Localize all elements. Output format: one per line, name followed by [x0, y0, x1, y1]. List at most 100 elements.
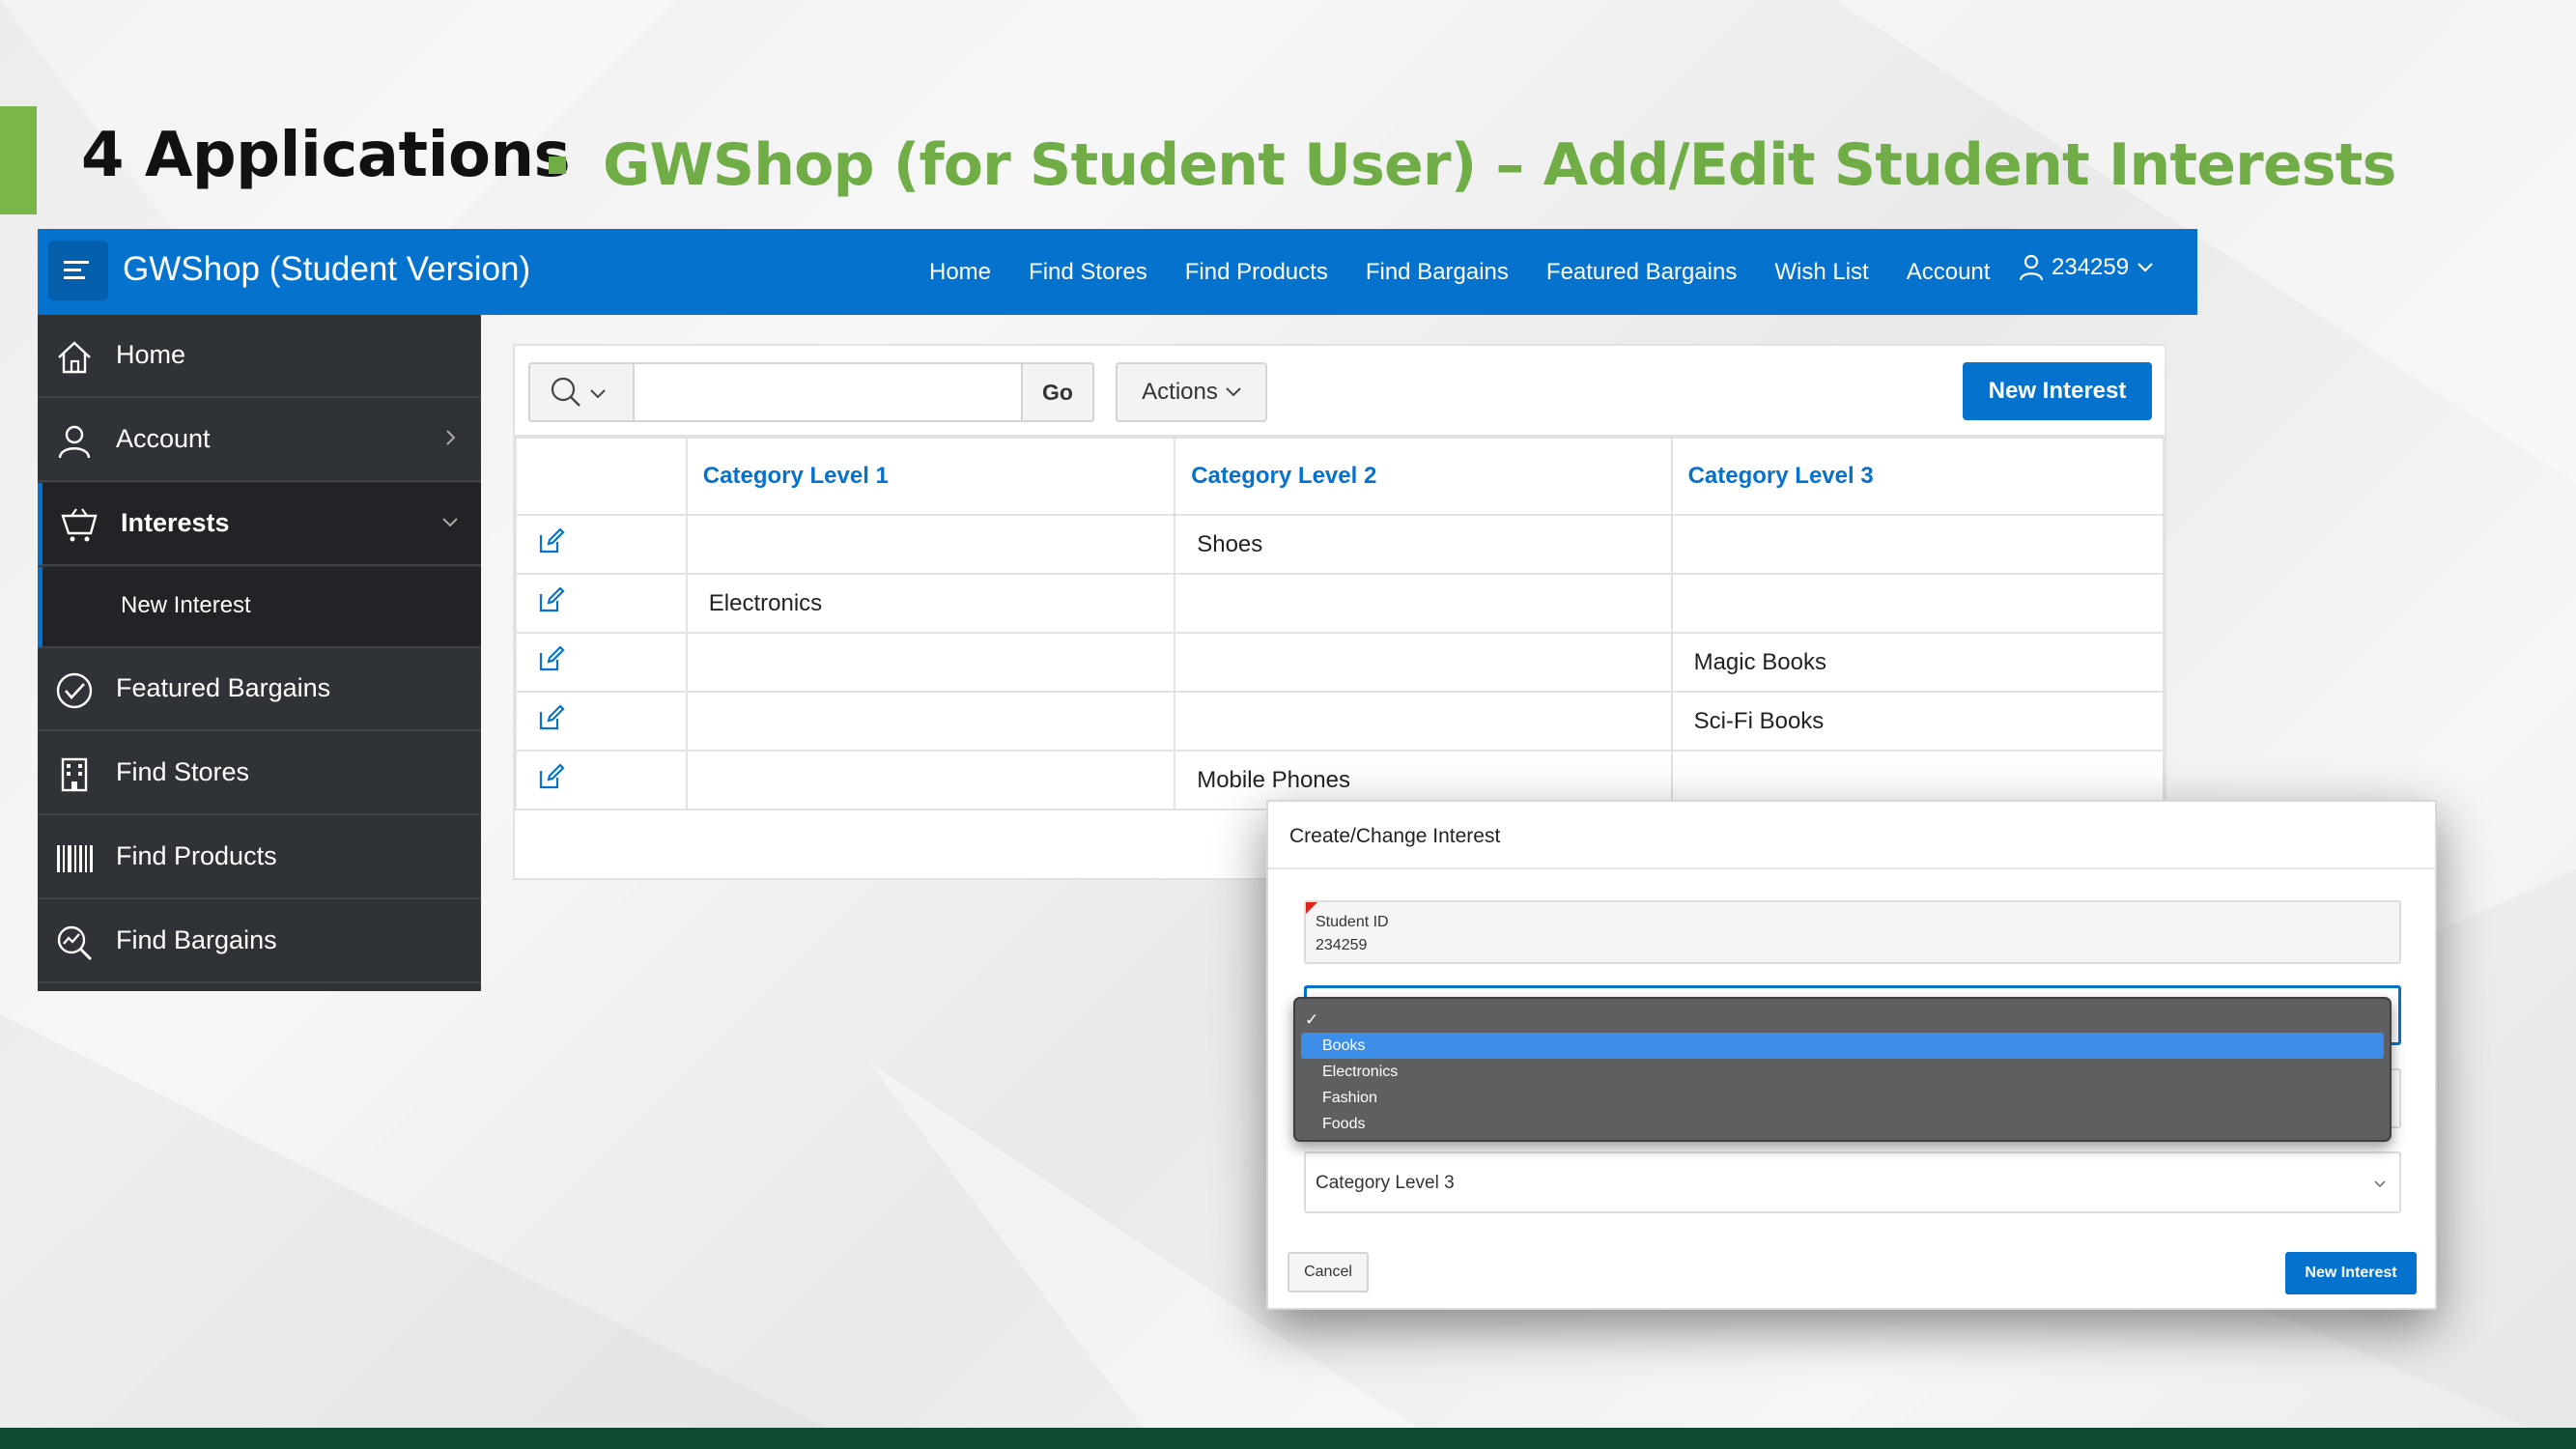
nav-find-bargains[interactable]: Find Bargains	[1366, 259, 1509, 286]
building-icon	[61, 757, 88, 792]
chevron-right-icon	[446, 430, 456, 445]
go-button[interactable]: Go	[1021, 362, 1094, 422]
user-menu[interactable]: 234259	[2019, 254, 2154, 281]
table-cell-category-3: Sci-Fi Books	[1670, 691, 2166, 752]
check-circle-icon	[56, 672, 93, 709]
chevron-down-icon	[1226, 387, 1241, 397]
sidebar-item-label: Account	[116, 424, 211, 453]
sidebar-item-interests[interactable]: Interests	[38, 483, 481, 566]
sidebar-item-label: Find Products	[116, 841, 277, 870]
cancel-button[interactable]: Cancel	[1288, 1252, 1369, 1293]
sidebar-item-account[interactable]: Account	[38, 399, 481, 482]
sidebar-item-home[interactable]: Home	[38, 315, 481, 398]
dialog-divider	[1268, 867, 2435, 869]
chevron-down-icon	[2374, 1180, 2386, 1188]
dropdown-option-empty[interactable]: ✓	[1295, 1007, 2390, 1033]
edit-cell[interactable]	[515, 573, 688, 634]
dropdown-option-foods[interactable]: Foods	[1295, 1111, 2390, 1137]
edit-cell[interactable]	[515, 632, 688, 693]
student-id-field[interactable]: Student ID 234259	[1304, 900, 2401, 964]
sidebar-item-find-bargains[interactable]: Find Bargains	[38, 900, 481, 983]
dialog-title: Create/Change Interest	[1289, 825, 1501, 847]
home-icon	[58, 341, 91, 374]
check-icon: ✓	[1305, 1010, 1319, 1029]
column-header-category-1[interactable]: Category Level 1	[685, 437, 1176, 516]
table-cell-category-1	[685, 691, 1176, 752]
edit-icon[interactable]	[538, 527, 565, 554]
edit-icon[interactable]	[538, 586, 565, 613]
actions-label: Actions	[1142, 379, 1218, 405]
sidebar-item-label: Find Bargains	[116, 925, 277, 954]
top-navbar: GWShop (Student Version) Home Find Store…	[38, 229, 2197, 315]
sidebar-item-label: New Interest	[121, 592, 251, 618]
menu-icon	[64, 261, 89, 279]
sidebar-item-label: Home	[116, 340, 186, 369]
nav-find-stores[interactable]: Find Stores	[1029, 259, 1147, 286]
table-row: Shoes	[515, 514, 2166, 575]
edit-icon[interactable]	[538, 763, 565, 790]
nav-account[interactable]: Account	[1907, 259, 1991, 286]
sidebar-item-find-stores[interactable]: Find Stores	[38, 732, 481, 815]
chevron-down-icon	[590, 389, 606, 399]
barcode-icon	[57, 845, 93, 872]
table-cell-category-2: Shoes	[1174, 514, 1673, 575]
table-cell-category-1	[685, 632, 1176, 693]
slide-accent-bar	[0, 106, 37, 214]
table-cell-category-1	[685, 514, 1176, 575]
table-cell-category-1	[685, 750, 1176, 810]
sidebar: Home Account Interests New Interest Feat…	[38, 315, 481, 991]
edit-icon[interactable]	[538, 645, 565, 672]
nav-wish-list[interactable]: Wish List	[1774, 259, 1868, 286]
table-cell-category-2	[1174, 632, 1673, 693]
category-level-3-select[interactable]: Category Level 3	[1304, 1151, 2401, 1213]
table-row: Electronics	[515, 573, 2166, 634]
dropdown-option-electronics[interactable]: Electronics	[1295, 1059, 2390, 1085]
edit-cell[interactable]	[515, 750, 688, 810]
column-header-category-3[interactable]: Category Level 3	[1670, 437, 2166, 516]
bullet-marker	[549, 156, 566, 174]
top-nav-links: Home Find Stores Find Products Find Barg…	[929, 229, 2027, 315]
new-interest-button[interactable]: New Interest	[1963, 362, 2152, 420]
table-body: Shoes Electronics Magic Books Sci-Fi Books M…	[515, 514, 2166, 810]
table-row: Sci-Fi Books	[515, 691, 2166, 752]
nav-find-products[interactable]: Find Products	[1185, 259, 1328, 286]
slide-subtitle: GWShop (for Student User) – Add/Edit Stu…	[603, 131, 2396, 199]
sidebar-item-new-interest[interactable]: New Interest	[38, 567, 481, 648]
chevron-down-icon	[2137, 263, 2153, 272]
sidebar-item-label: Find Stores	[116, 757, 250, 786]
nav-home[interactable]: Home	[929, 259, 991, 286]
search-column-selector[interactable]	[528, 362, 635, 422]
table-cell-category-3	[1670, 573, 2166, 634]
user-icon	[2019, 254, 2044, 281]
slide-title: 4 Applications	[81, 120, 571, 191]
dropdown-option-fashion[interactable]: Fashion	[1295, 1085, 2390, 1111]
sidebar-item-featured-bargains[interactable]: Featured Bargains	[38, 648, 481, 731]
sidebar-item-label: Interests	[121, 508, 230, 537]
sidebar-item-find-products[interactable]: Find Products	[38, 816, 481, 899]
interests-table: Category Level 1 Category Level 2 Catego…	[515, 437, 2166, 810]
user-icon	[58, 425, 91, 459]
edit-cell[interactable]	[515, 691, 688, 752]
table-cell-category-2	[1174, 691, 1673, 752]
table-cell-category-3: Magic Books	[1670, 632, 2166, 693]
nav-featured-bargains[interactable]: Featured Bargains	[1546, 259, 1737, 286]
actions-menu-button[interactable]: Actions	[1116, 362, 1267, 422]
column-header-category-2[interactable]: Category Level 2	[1174, 437, 1673, 516]
edit-icon[interactable]	[538, 704, 565, 731]
hamburger-menu-button[interactable]	[48, 241, 108, 300]
table-header-row: Category Level 1 Category Level 2 Catego…	[515, 437, 2166, 516]
chevron-down-icon	[442, 518, 458, 527]
app-title: GWShop (Student Version)	[123, 250, 531, 288]
category-dropdown-list: ✓ Books Electronics Fashion Foods	[1293, 997, 2392, 1142]
select-placeholder: Category Level 3	[1316, 1173, 1455, 1193]
report-toolbar: Go Actions New Interest	[515, 346, 2165, 437]
search-input[interactable]	[633, 362, 1023, 422]
user-id: 234259	[2052, 254, 2130, 280]
field-label: Student ID	[1316, 914, 1389, 930]
edit-column-header	[515, 437, 688, 516]
search-icon	[551, 377, 580, 407]
edit-cell[interactable]	[515, 514, 688, 575]
table-row: Magic Books	[515, 632, 2166, 693]
submit-new-interest-button[interactable]: New Interest	[2285, 1252, 2417, 1294]
dropdown-option-books[interactable]: Books	[1301, 1033, 2384, 1059]
